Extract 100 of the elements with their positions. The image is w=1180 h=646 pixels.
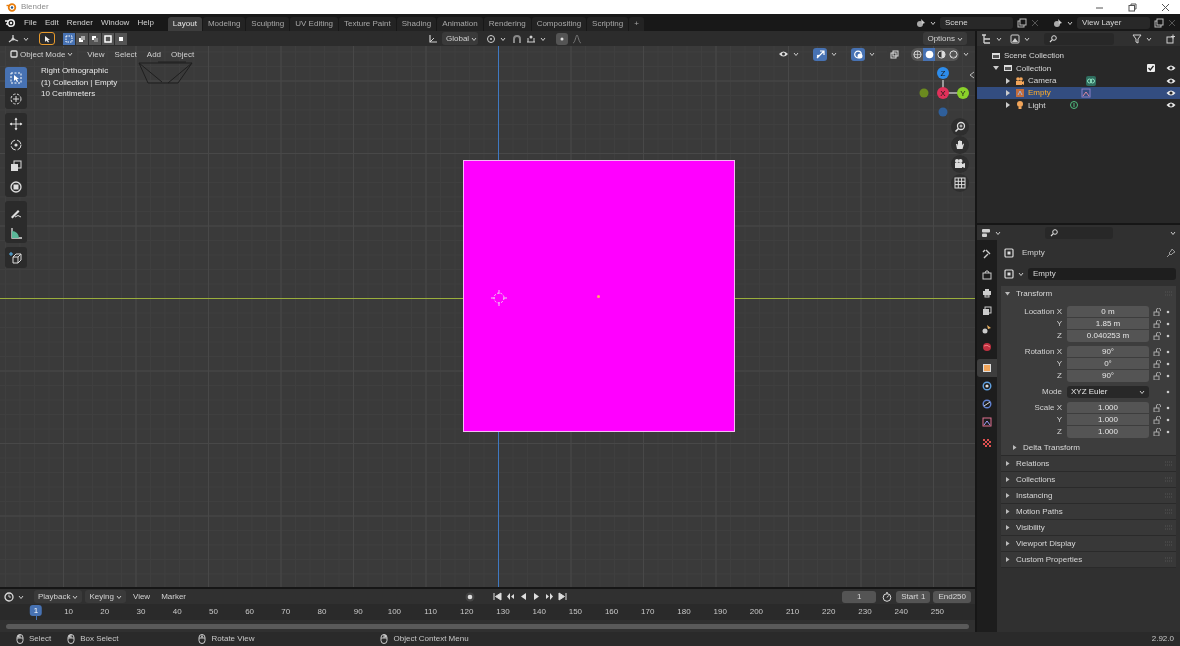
- workspace-tab[interactable]: Rendering: [483, 17, 531, 31]
- chevron-icon[interactable]: [1018, 270, 1024, 277]
- menu-dropdown[interactable]: Keying: [85, 590, 126, 603]
- animate-dot-icon[interactable]: [1165, 361, 1171, 367]
- eye-icon[interactable]: [1166, 76, 1176, 85]
- xray-toggle-button[interactable]: [887, 47, 901, 61]
- lock-icon[interactable]: [1153, 332, 1163, 340]
- lock-icon[interactable]: [1153, 320, 1163, 328]
- light-data-icon[interactable]: [1069, 100, 1080, 111]
- chevron-icon[interactable]: [831, 51, 837, 57]
- zoom-in-button[interactable]: [951, 118, 969, 136]
- animate-dot-icon[interactable]: [1165, 349, 1171, 355]
- annotate-tool-button[interactable]: [5, 201, 27, 222]
- chevron-icon[interactable]: [1024, 35, 1030, 42]
- transform-axes-icon[interactable]: [428, 33, 438, 44]
- selection-mode-button[interactable]: [76, 32, 88, 45]
- panel-header[interactable]: Delta Transform: [1001, 440, 1176, 455]
- pin-icon[interactable]: [1166, 247, 1176, 258]
- eye-icon[interactable]: [1166, 101, 1176, 110]
- chevron-icon[interactable]: [1146, 35, 1152, 42]
- hand-button[interactable]: [951, 136, 969, 154]
- workspace-tab[interactable]: UV Editing: [290, 17, 339, 31]
- current-frame-field[interactable]: 1: [842, 590, 877, 603]
- play-icon[interactable]: [532, 592, 542, 601]
- chevron-icon[interactable]: [1170, 229, 1176, 236]
- chevron-icon[interactable]: [995, 229, 1001, 236]
- filter-icon[interactable]: [1132, 33, 1142, 44]
- shading-mode-button[interactable]: [947, 47, 959, 61]
- properties-editor-icon[interactable]: [981, 227, 991, 238]
- previous-keyframe-icon[interactable]: [506, 592, 516, 601]
- animate-dot-icon[interactable]: [1165, 321, 1171, 327]
- editor-type-icon[interactable]: [8, 33, 19, 44]
- workspace-tab[interactable]: Texture Paint: [339, 17, 396, 31]
- menu-item[interactable]: Marker: [157, 590, 191, 603]
- outliner-row[interactable]: Scene Collection: [977, 50, 1180, 63]
- chevron-icon[interactable]: [869, 51, 875, 57]
- animate-dot-icon[interactable]: [1165, 405, 1171, 411]
- chevron-icon[interactable]: [540, 35, 546, 42]
- number-field[interactable]: 1.000: [1067, 426, 1149, 438]
- number-field[interactable]: 90°: [1067, 346, 1149, 358]
- lock-icon[interactable]: [1153, 360, 1163, 368]
- record-button[interactable]: [465, 591, 476, 602]
- disclosure-triangle-icon[interactable]: [1004, 89, 1012, 98]
- menu-dropdown[interactable]: Playback: [34, 590, 83, 603]
- number-field[interactable]: 1.000: [1067, 402, 1149, 414]
- cursor-tool-button[interactable]: [5, 88, 27, 109]
- options-dropdown[interactable]: Options: [923, 32, 967, 45]
- outliner-row[interactable]: Light: [977, 99, 1180, 112]
- workspace-tab[interactable]: Shading: [396, 17, 437, 31]
- lock-icon[interactable]: [1153, 404, 1163, 412]
- grid-button[interactable]: [951, 174, 969, 192]
- search-field[interactable]: [1045, 226, 1113, 239]
- start-frame-field[interactable]: Start 1: [896, 590, 931, 603]
- menu-item[interactable]: Add: [142, 47, 166, 61]
- axis-gizmo[interactable]: X Y Z: [914, 63, 975, 127]
- disclosure-triangle-icon[interactable]: [1004, 76, 1012, 85]
- scene-icon[interactable]: [916, 17, 926, 28]
- chevron-icon[interactable]: [18, 593, 24, 600]
- camera-button[interactable]: [951, 155, 969, 173]
- checkbox[interactable]: [1147, 64, 1155, 73]
- clock-editor-icon[interactable]: [4, 591, 14, 602]
- chevron-icon[interactable]: [500, 35, 506, 42]
- magnet-icon[interactable]: [512, 33, 522, 44]
- chevron-icon[interactable]: [963, 51, 969, 57]
- workspace-tab[interactable]: Sculpting: [246, 17, 290, 31]
- pivot-icon[interactable]: [486, 33, 496, 44]
- view-layer-field[interactable]: View Layer: [1077, 16, 1150, 29]
- number-field[interactable]: 0°: [1067, 358, 1149, 370]
- current-frame-marker[interactable]: 1: [29, 605, 43, 616]
- animate-dot-icon[interactable]: [1165, 429, 1171, 435]
- number-field[interactable]: 0 m: [1067, 306, 1149, 318]
- menu-item[interactable]: View: [128, 590, 155, 603]
- next-keyframe-icon[interactable]: [545, 592, 555, 601]
- shading-mode-button[interactable]: [935, 47, 947, 61]
- scene-field[interactable]: Scene: [940, 16, 1013, 29]
- eye-icon[interactable]: [1166, 64, 1176, 73]
- end-frame-field[interactable]: End250: [933, 590, 971, 603]
- menu-item[interactable]: View: [83, 47, 109, 61]
- copy-icon[interactable]: [1154, 17, 1164, 28]
- eye-icon[interactable]: [1166, 89, 1176, 98]
- animate-dot-icon[interactable]: [1165, 309, 1171, 315]
- number-field[interactable]: 0.040253 m: [1067, 330, 1149, 342]
- scrollbar[interactable]: [6, 623, 969, 629]
- workspace-tab[interactable]: Scripting: [587, 17, 629, 31]
- gizmo-toggle-button[interactable]: [813, 47, 827, 61]
- number-field[interactable]: 1.000: [1067, 414, 1149, 426]
- animate-dot-icon[interactable]: [1165, 333, 1171, 339]
- lock-icon[interactable]: [1153, 348, 1163, 356]
- menu-item[interactable]: Render: [62, 16, 97, 29]
- workspace-tab[interactable]: Modeling: [202, 17, 246, 31]
- shading-mode-button[interactable]: [923, 47, 935, 61]
- proportional-edit-button[interactable]: [556, 32, 568, 45]
- outliner-row[interactable]: Collection: [977, 62, 1180, 75]
- new-collection-icon[interactable]: [1166, 33, 1176, 44]
- chevron-icon[interactable]: [23, 35, 29, 42]
- selection-mode-button[interactable]: [102, 32, 114, 45]
- restore-icon[interactable]: [1128, 2, 1137, 12]
- jump-to-end-icon[interactable]: [558, 592, 568, 601]
- jump-to-start-icon[interactable]: [493, 592, 503, 601]
- shading-mode-button[interactable]: [911, 47, 923, 61]
